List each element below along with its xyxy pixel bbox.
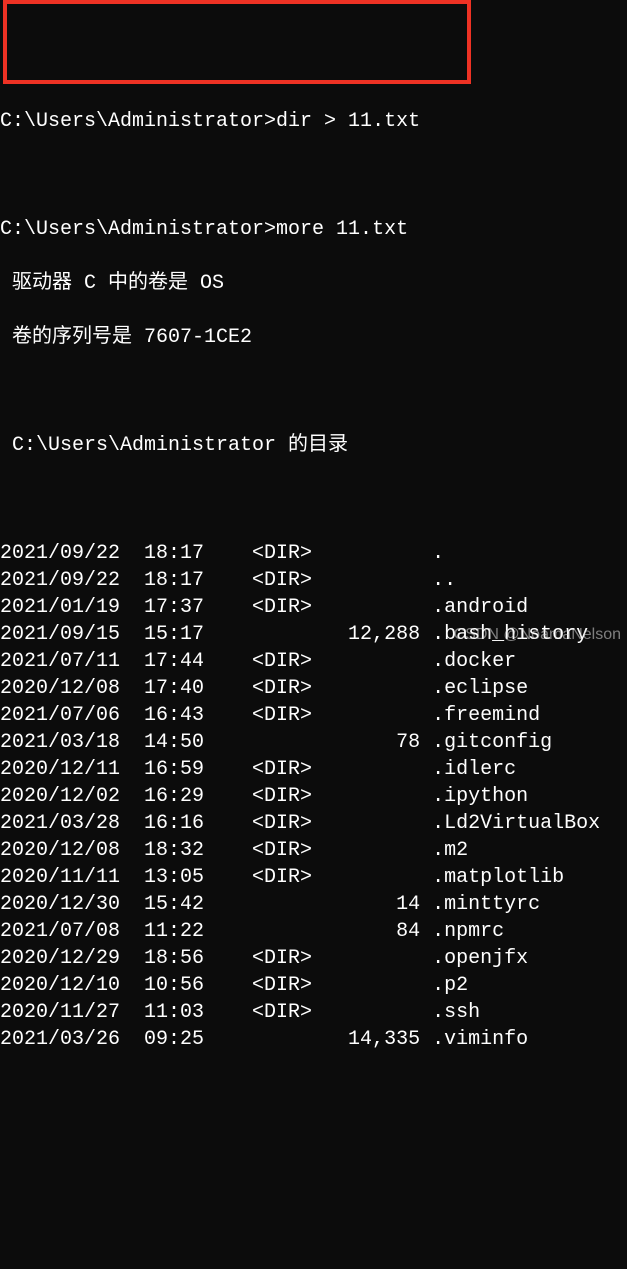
list-item: 2020/12/02 16:29 <DIR> .ipython	[0, 783, 627, 810]
blank-line	[0, 378, 627, 405]
list-item: 2021/03/28 16:16 <DIR> .Ld2VirtualBox	[0, 810, 627, 837]
list-item: 2021/09/22 18:17 <DIR> ..	[0, 567, 627, 594]
list-item: 2021/07/08 11:22 84 .npmrc	[0, 918, 627, 945]
serial-line: 卷的序列号是 7607-1CE2	[0, 324, 627, 351]
list-item: 2020/12/08 18:32 <DIR> .m2	[0, 837, 627, 864]
prompt-path: C:\Users\Administrator>	[0, 110, 276, 133]
highlight-box	[3, 0, 471, 84]
command-text[interactable]: dir > 11.txt	[276, 110, 420, 133]
command-text[interactable]: more 11.txt	[276, 218, 408, 241]
blank-line	[0, 486, 627, 513]
list-item: 2020/12/30 15:42 14 .minttyrc	[0, 891, 627, 918]
list-item: 2021/01/19 17:37 <DIR> .android	[0, 594, 627, 621]
list-item: 2020/12/10 10:56 <DIR> .p2	[0, 972, 627, 999]
list-item: 2021/03/26 09:25 14,335 .viminfo	[0, 1026, 627, 1053]
watermark: CSDN @NoamaNelson	[454, 624, 621, 646]
list-item: 2020/12/29 18:56 <DIR> .openjfx	[0, 945, 627, 972]
prompt-line-2: C:\Users\Administrator>more 11.txt	[0, 216, 627, 243]
blank-line	[0, 162, 627, 189]
list-item: 2021/03/18 14:50 78 .gitconfig	[0, 729, 627, 756]
list-item: 2020/11/11 13:05 <DIR> .matplotlib	[0, 864, 627, 891]
prompt-path: C:\Users\Administrator>	[0, 218, 276, 241]
list-item: 2021/07/06 16:43 <DIR> .freemind	[0, 702, 627, 729]
list-item: 2021/09/22 18:17 <DIR> .	[0, 540, 627, 567]
list-item: 2020/12/08 17:40 <DIR> .eclipse	[0, 675, 627, 702]
volume-line: 驱动器 C 中的卷是 OS	[0, 270, 627, 297]
list-item: 2021/07/11 17:44 <DIR> .docker	[0, 648, 627, 675]
directory-listing: 2021/09/22 18:17 <DIR> .2021/09/22 18:17…	[0, 540, 627, 1053]
prompt-line-1: C:\Users\Administrator>dir > 11.txt	[0, 108, 627, 135]
list-item: 2020/11/27 11:03 <DIR> .ssh	[0, 999, 627, 1026]
list-item: 2020/12/11 16:59 <DIR> .idlerc	[0, 756, 627, 783]
directory-of-line: C:\Users\Administrator 的目录	[0, 432, 627, 459]
